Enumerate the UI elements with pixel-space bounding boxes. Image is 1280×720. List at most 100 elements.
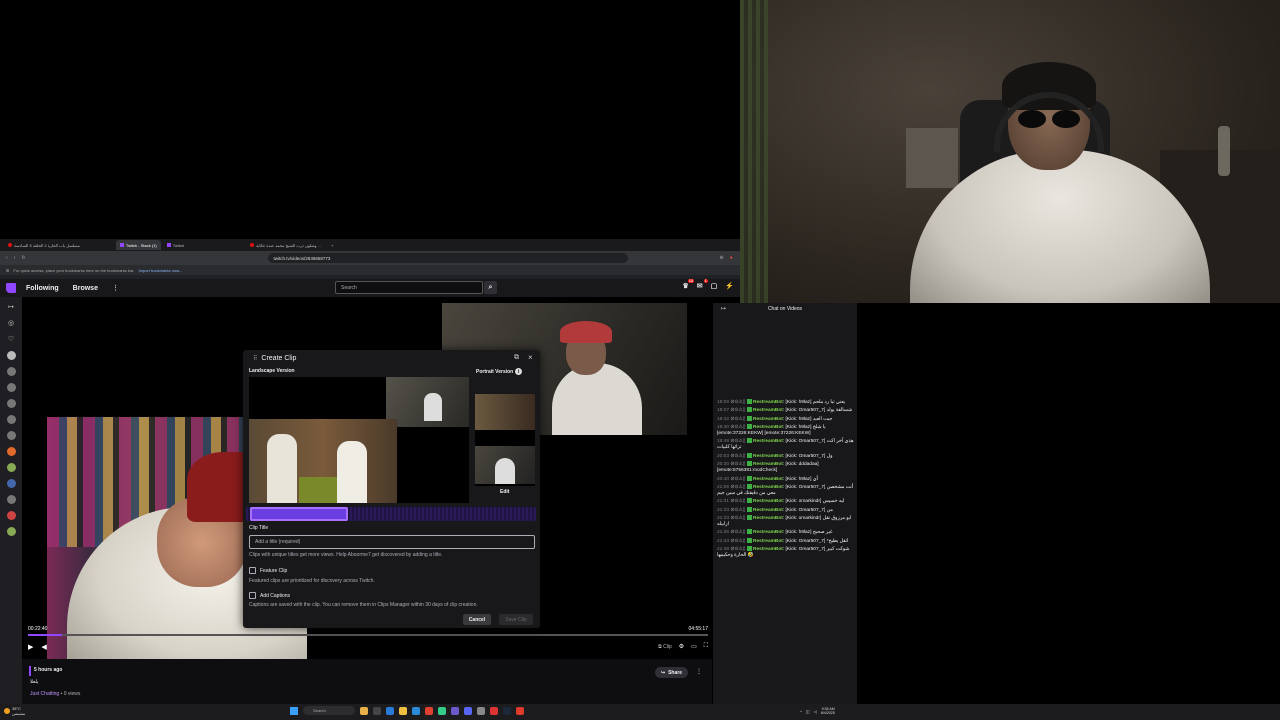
back-icon[interactable]: ‹ — [6, 255, 8, 261]
channel-avatar[interactable] — [6, 399, 16, 408]
youtube-icon — [8, 243, 12, 247]
whispers-icon[interactable]: ▢ — [711, 282, 718, 290]
more-options-icon[interactable]: ⋮ — [696, 668, 702, 675]
clip-timeline[interactable] — [246, 507, 536, 521]
search-input[interactable]: Search — [335, 281, 483, 294]
add-captions-checkbox[interactable] — [249, 592, 256, 599]
chat-username[interactable]: RestreamBot — [753, 416, 783, 421]
app-icon[interactable] — [360, 706, 368, 715]
chat-username[interactable]: RestreamBot — [753, 530, 783, 535]
reload-icon[interactable]: ↻ — [21, 255, 25, 261]
chat-username[interactable]: RestreamBot — [753, 408, 783, 413]
chat-username[interactable]: RestreamBot — [753, 400, 783, 405]
discord-icon[interactable] — [464, 706, 472, 715]
chat-message: 19:48 ⊘⊙⚠▯ RestreamBot: [Kick: Omar507_7… — [717, 438, 855, 451]
chat-message: 18:40 ⊘⊙⚠▯ RestreamBot: [Kick: h9laz] يا… — [717, 424, 855, 437]
inbox-icon[interactable]: ✉ 1 — [697, 279, 708, 290]
browser-tab-2[interactable]: Twitch - Stack (1) — [115, 240, 161, 250]
profile-icon[interactable]: ● — [730, 255, 733, 261]
nav-following[interactable]: Following — [26, 285, 59, 292]
twitch-logo-icon[interactable] — [6, 283, 16, 293]
start-icon[interactable] — [290, 706, 298, 715]
play-icon[interactable]: ▶ — [28, 643, 33, 651]
prime-loot-icon[interactable]: ♛ 13 — [683, 279, 694, 290]
save-clip-button[interactable]: Save Clip — [499, 614, 533, 625]
network-icon[interactable]: ◫ — [806, 709, 810, 714]
app-icon[interactable] — [451, 706, 459, 715]
extension-icon[interactable]: ⊕ — [720, 255, 724, 261]
new-tab-button[interactable]: + — [327, 240, 337, 250]
app-icon[interactable] — [477, 706, 485, 715]
clip-button[interactable]: ⧉ Clip — [658, 644, 672, 650]
cancel-button[interactable]: Cancel — [463, 614, 491, 625]
channel-avatar[interactable] — [6, 415, 16, 424]
import-bookmarks-link[interactable]: Import bookmarks now... — [139, 268, 183, 273]
channel-avatar[interactable] — [6, 511, 16, 520]
nav-more-icon[interactable]: ⋮ — [112, 284, 119, 292]
channel-avatar[interactable] — [6, 527, 16, 536]
chat-username[interactable]: RestreamBot — [753, 538, 783, 543]
channel-avatar[interactable] — [6, 351, 16, 360]
expand-sidebar-icon[interactable]: ↦ — [8, 303, 14, 312]
search-icon[interactable]: ⌕ — [484, 281, 497, 294]
chat-username[interactable]: RestreamBot — [753, 454, 783, 459]
settings-icon[interactable]: ⚙ — [679, 643, 684, 650]
close-icon[interactable]: × — [528, 353, 533, 362]
theatre-mode-icon[interactable]: ▭ — [691, 643, 697, 650]
popout-icon[interactable]: ⧉ — [514, 354, 519, 362]
edge-icon[interactable] — [412, 706, 420, 715]
chat-username[interactable]: RestreamBot — [753, 485, 783, 490]
drag-handle-icon[interactable]: ⠿ — [253, 355, 257, 362]
edit-portrait-button[interactable]: Edit — [500, 489, 509, 495]
fullscreen-icon[interactable]: ⛶ — [704, 643, 708, 650]
apps-icon[interactable]: ⊞ — [6, 268, 9, 273]
app-icon[interactable] — [516, 706, 524, 715]
chat-text: : [Kick: h9laz] جبت العبد — [782, 416, 833, 422]
app-icon[interactable] — [438, 706, 446, 715]
chat-username[interactable]: RestreamBot — [753, 425, 783, 430]
forward-icon[interactable]: › — [14, 255, 16, 261]
volume-icon[interactable]: ◀ — [41, 643, 46, 651]
share-button[interactable]: ↪ Share — [654, 667, 688, 678]
browser-tab-1[interactable]: مسلسل باب الحارة 2 الحلقة 5 السادسة — [4, 240, 84, 250]
channel-avatar[interactable] — [6, 479, 16, 488]
chat-username[interactable]: RestreamBot — [753, 499, 783, 504]
dialog-title: ⠿ Create Clip — [253, 355, 297, 362]
chevron-up-icon[interactable]: ^ — [800, 709, 802, 714]
channel-avatar[interactable] — [6, 447, 16, 456]
chrome-icon[interactable] — [425, 706, 433, 715]
browser-chrome: مسلسل باب الحارة 2 الحلقة 5 السادسة Twit… — [0, 239, 740, 279]
volume-tray-icon[interactable]: ◁ — [814, 709, 817, 714]
collapse-chat-icon[interactable]: ↦ — [721, 305, 726, 312]
channel-avatar[interactable] — [6, 431, 16, 440]
url-field[interactable]: twitch.tv/videos/2836668773 — [267, 253, 628, 263]
browser-tab-3[interactable]: Twitch — [163, 240, 188, 250]
task-view-icon[interactable] — [373, 706, 381, 715]
feature-clip-checkbox[interactable] — [249, 567, 256, 574]
clip-range-selector[interactable] — [250, 507, 348, 521]
chat-username[interactable]: RestreamBot — [753, 507, 783, 512]
taskbar-search[interactable]: Search — [303, 706, 355, 715]
category-link[interactable]: Just Chatting — [30, 691, 59, 697]
channel-avatar[interactable] — [6, 495, 16, 504]
chat-username[interactable]: RestreamBot — [753, 516, 783, 521]
file-explorer-icon[interactable] — [399, 706, 407, 715]
clock[interactable]: 9:38 AM 8/4/2025 — [821, 707, 835, 715]
avatar[interactable]: ⚡ — [725, 282, 734, 290]
browser-tab-4[interactable]: وشلون ذرب الشيخ محمد عندة حكاية ... — [246, 240, 325, 250]
chat-username[interactable]: RestreamBot — [753, 476, 783, 481]
clip-title-input[interactable]: Add a title (required) — [249, 535, 535, 549]
seek-bar[interactable] — [28, 634, 708, 636]
chat-username[interactable]: RestreamBot — [753, 462, 783, 467]
channel-avatar[interactable] — [6, 383, 16, 392]
info-icon[interactable]: i — [515, 368, 523, 375]
channel-avatar[interactable] — [6, 367, 16, 376]
app-icon[interactable] — [386, 706, 394, 715]
channel-avatar[interactable] — [6, 463, 16, 472]
steam-icon[interactable] — [503, 706, 511, 715]
chat-username[interactable]: RestreamBot — [753, 547, 783, 552]
app-icon[interactable] — [490, 706, 498, 715]
chat-username[interactable]: RestreamBot — [753, 439, 783, 444]
weather-widget[interactable]: 38°C مشمس — [4, 706, 25, 716]
nav-browse[interactable]: Browse — [73, 285, 98, 292]
